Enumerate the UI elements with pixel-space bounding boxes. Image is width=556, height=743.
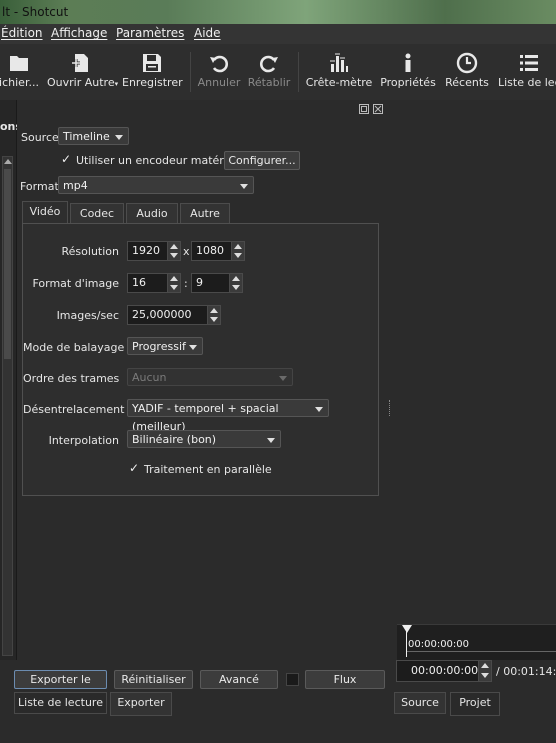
export-file-button[interactable]: Exporter le fichier [14, 670, 107, 703]
list-icon [520, 55, 538, 71]
peak-meter-icon [330, 53, 348, 72]
add-file-icon [72, 54, 88, 72]
left-dock: ons [0, 100, 22, 660]
chevron-down-icon [279, 376, 287, 381]
spin-arrows-icon[interactable] [229, 274, 242, 292]
close-icon[interactable] [373, 104, 383, 114]
float-icon[interactable] [359, 104, 369, 114]
aspect-num-spinbox[interactable]: 16 [127, 273, 181, 293]
aspect-label: Format d'image [32, 277, 119, 290]
source-combo[interactable]: Timeline [58, 127, 129, 145]
source-label: Source [21, 131, 59, 144]
reset-button[interactable]: Réinitialiser [114, 670, 193, 689]
width-spinbox[interactable]: 1920 [127, 241, 181, 261]
tab-playlist[interactable]: Liste de lecture [14, 692, 107, 714]
tab-other[interactable]: Autre [180, 203, 230, 223]
resolution-label: Résolution [61, 245, 119, 258]
menu-view[interactable]: Affichage [51, 26, 107, 40]
stream-button[interactable]: Flux [305, 670, 385, 689]
tab-audio[interactable]: Audio [126, 203, 178, 223]
toolbar-separator [190, 52, 191, 92]
configure-button[interactable]: Configurer... [224, 151, 300, 170]
open-other-button[interactable]: Ouvrir Autre▾ [47, 48, 118, 98]
open-file-button[interactable]: ichier... [0, 48, 44, 98]
parallel-checkbox[interactable]: ✓ [129, 461, 139, 475]
bottom-bar: Exporter le fichier Réinitialiser Avancé… [0, 660, 556, 743]
aspect-den-spinbox[interactable]: 9 [191, 273, 243, 293]
hw-encoder-label: Utiliser un encodeur matériel [76, 154, 237, 167]
height-spinbox[interactable]: 1080 [191, 241, 245, 261]
recent-button[interactable]: Récents [442, 48, 492, 98]
duration-timecode: / 00:01:14:0 [496, 665, 556, 678]
scroll-up-icon [4, 159, 12, 164]
timeline-ruler[interactable]: 00:00:00:00 [397, 624, 556, 661]
chevron-down-icon [315, 407, 323, 412]
export-panel: Source Timeline ✓ Utiliser un encodeur m… [17, 100, 556, 661]
spin-arrows-icon[interactable] [167, 274, 180, 292]
spin-arrows-icon[interactable] [167, 242, 180, 260]
window-title: lt - Shotcut [2, 5, 69, 19]
tab-project[interactable]: Projet [450, 692, 500, 716]
interpolation-combo[interactable]: Bilinéaire (bon) [127, 430, 281, 448]
field-order-label: Ordre des trames [23, 372, 120, 385]
spin-arrows-icon[interactable] [478, 661, 491, 681]
open-file-icon [10, 56, 28, 71]
resolution-separator: x [183, 245, 190, 258]
video-tab-panel: Résolution 1920 x 1080 Format d'image 16… [22, 223, 379, 496]
tab-export[interactable]: Exporter [110, 692, 172, 716]
position-timecode[interactable]: 00:00:00:00 [396, 660, 492, 682]
chevron-down-icon [267, 438, 275, 443]
redo-button[interactable]: Rétablir [246, 48, 292, 98]
redo-icon [260, 55, 278, 73]
ruler-time: 00:00:00:00 [408, 639, 470, 650]
advanced-button[interactable]: Avancé [200, 670, 278, 689]
scrollbar-thumb[interactable] [4, 169, 11, 359]
format-combo[interactable]: mp4 [58, 176, 254, 194]
undo-button[interactable]: Annuler [196, 48, 242, 98]
save-icon [143, 54, 161, 72]
menu-bar: Édition Affichage Paramètres Aide [0, 24, 556, 44]
aspect-separator: : [184, 277, 188, 290]
playhead-icon[interactable] [402, 625, 412, 633]
playlist-button[interactable]: Liste de lect [498, 48, 556, 98]
export-tabs: Vidéo Codec Audio Autre [22, 201, 382, 225]
menu-help[interactable]: Aide [194, 26, 221, 40]
peak-meter-button[interactable]: Crête-mètre [304, 48, 374, 98]
save-button[interactable]: Enregistrer [122, 48, 183, 98]
splitter-handle[interactable] [389, 400, 392, 416]
interpolation-label: Interpolation [48, 434, 119, 447]
toolbar-separator [298, 52, 299, 92]
fps-label: Images/sec [56, 309, 119, 322]
chevron-down-icon [189, 345, 197, 350]
deinterlace-combo[interactable]: YADIF - temporel + spacial (meilleur) [127, 399, 329, 433]
undo-icon [210, 55, 228, 73]
hw-encoder-checkbox[interactable]: ✓ [61, 152, 71, 166]
format-label: Format [20, 180, 59, 193]
fps-spinbox[interactable]: 25,000000 [127, 305, 221, 325]
field-order-combo: Aucun [127, 368, 293, 386]
scan-mode-label: Mode de balayage [23, 341, 125, 354]
title-bar: lt - Shotcut [0, 0, 556, 24]
info-icon [405, 53, 411, 72]
chevron-down-icon [115, 135, 123, 140]
main-toolbar: ichier... Ouvrir Autre▾ Enregistrer Annu… [0, 44, 556, 101]
spin-arrows-icon[interactable] [207, 306, 220, 324]
chevron-down-icon [240, 184, 248, 189]
tab-source[interactable]: Source [394, 692, 446, 714]
spin-arrows-icon[interactable] [231, 242, 244, 260]
clock-icon [456, 52, 478, 74]
stream-checkbox[interactable] [286, 673, 299, 686]
parallel-label: Traitement en parallèle [144, 463, 272, 476]
deinterlace-label: Désentrelacement [23, 403, 125, 416]
properties-button[interactable]: Propriétés [378, 48, 438, 98]
tab-video[interactable]: Vidéo [22, 201, 68, 223]
scan-mode-combo[interactable]: Progressif [127, 337, 203, 355]
menu-edit[interactable]: Édition [1, 26, 43, 40]
playhead-line [406, 629, 407, 657]
left-dock-scrollbar[interactable] [2, 156, 13, 656]
ruler-tick-line [407, 651, 556, 652]
tab-codec[interactable]: Codec [70, 203, 124, 223]
menu-settings[interactable]: Paramètres [116, 26, 184, 40]
